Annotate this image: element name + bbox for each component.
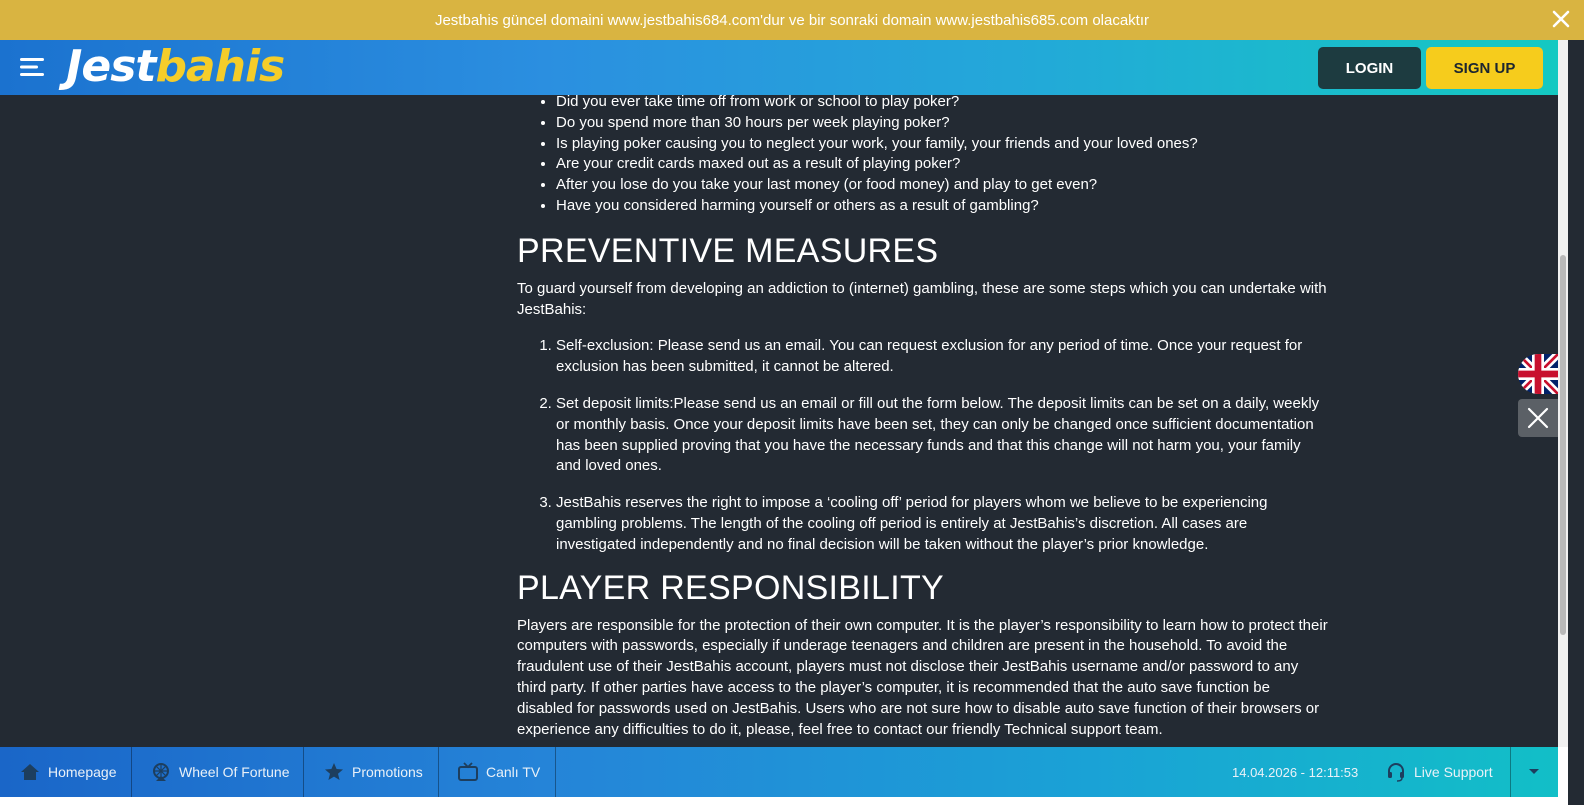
- close-icon: [1527, 407, 1549, 429]
- divider: [438, 747, 439, 797]
- announcement-text: Jestbahis güncel domaini www.jestbahis68…: [434, 11, 1150, 29]
- signup-button[interactable]: SIGN UP: [1426, 47, 1543, 89]
- bottom-nav-label: Canlı TV: [486, 764, 541, 780]
- bottom-nav-label: Promotions: [352, 764, 423, 780]
- site-logo[interactable]: Jestbahis: [66, 41, 285, 92]
- announcement-banner: Jestbahis güncel domaini www.jestbahis68…: [0, 0, 1584, 40]
- page-bottom-edge: [0, 797, 1568, 805]
- bottom-nav-label: Homepage: [48, 764, 117, 780]
- list-item: Are your credit cards maxed out as a res…: [556, 154, 1329, 175]
- preventive-steps-list: Self-exclusion: Please send us an email.…: [517, 336, 1329, 555]
- player-responsibility-heading: PLAYER RESPONSIBILITY: [517, 568, 945, 607]
- side-panel-close-button[interactable]: [1518, 399, 1558, 437]
- login-button[interactable]: LOGIN: [1318, 47, 1421, 89]
- self-assessment-questions: Did you ever take time off from work or …: [517, 92, 1329, 217]
- tv-icon: [458, 762, 478, 781]
- bottom-nav-label: Wheel Of Fortune: [179, 764, 290, 780]
- home-icon: [21, 764, 39, 780]
- preventive-measures-heading: PREVENTIVE MEASURES: [517, 231, 939, 270]
- wheel-icon: [153, 763, 169, 781]
- player-responsibility-text: Players are responsible for the protecti…: [517, 616, 1328, 738]
- list-item: Self-exclusion: Please send us an email.…: [556, 336, 1329, 378]
- bottom-nav-live-tv[interactable]: Canlı TV: [458, 747, 540, 797]
- list-item: JestBahis reserves the right to impose a…: [556, 493, 1329, 555]
- logo-text-accent: bahis: [155, 41, 285, 92]
- bottom-bar-expand-button[interactable]: [1510, 747, 1558, 797]
- list-item: Have you considered harming yourself or …: [556, 196, 1329, 217]
- divider: [555, 747, 556, 797]
- bottom-nav-wheel-of-fortune[interactable]: Wheel Of Fortune: [151, 747, 290, 797]
- list-item: Set deposit limits:Please send us an ema…: [556, 394, 1329, 477]
- scrollbar-thumb[interactable]: [1560, 255, 1566, 635]
- live-support-label: Live Support: [1414, 764, 1493, 780]
- language-flag-uk-icon[interactable]: [1518, 354, 1558, 394]
- main-content: Did you ever take time off from work or …: [517, 92, 1329, 740]
- page-scrollbar[interactable]: [1558, 40, 1568, 747]
- list-item: After you lose do you take your last mon…: [556, 175, 1329, 196]
- logo-text-primary: Jest: [66, 41, 156, 92]
- list-item: Is playing poker causing you to neglect …: [556, 134, 1329, 155]
- bottom-nav-homepage[interactable]: Homepage: [20, 747, 117, 797]
- divider: [303, 747, 304, 797]
- bottom-nav-promotions[interactable]: Promotions: [324, 747, 423, 797]
- divider: [131, 747, 132, 797]
- list-item: Did you ever take time off from work or …: [556, 92, 1329, 113]
- current-datetime: 14.04.2026 - 12:11:53: [1232, 764, 1359, 780]
- headset-icon: [1388, 763, 1404, 782]
- site-header: Jestbahis LOGIN SIGN UP: [0, 40, 1558, 95]
- star-icon: [325, 763, 343, 780]
- close-icon[interactable]: [1550, 8, 1572, 30]
- hamburger-menu-icon[interactable]: [20, 57, 46, 77]
- preventive-intro: To guard yourself from developing an add…: [517, 279, 1327, 318]
- list-item: Do you spend more than 30 hours per week…: [556, 113, 1329, 134]
- chevron-down-icon: [1529, 769, 1539, 774]
- live-support-button[interactable]: Live Support: [1386, 747, 1493, 797]
